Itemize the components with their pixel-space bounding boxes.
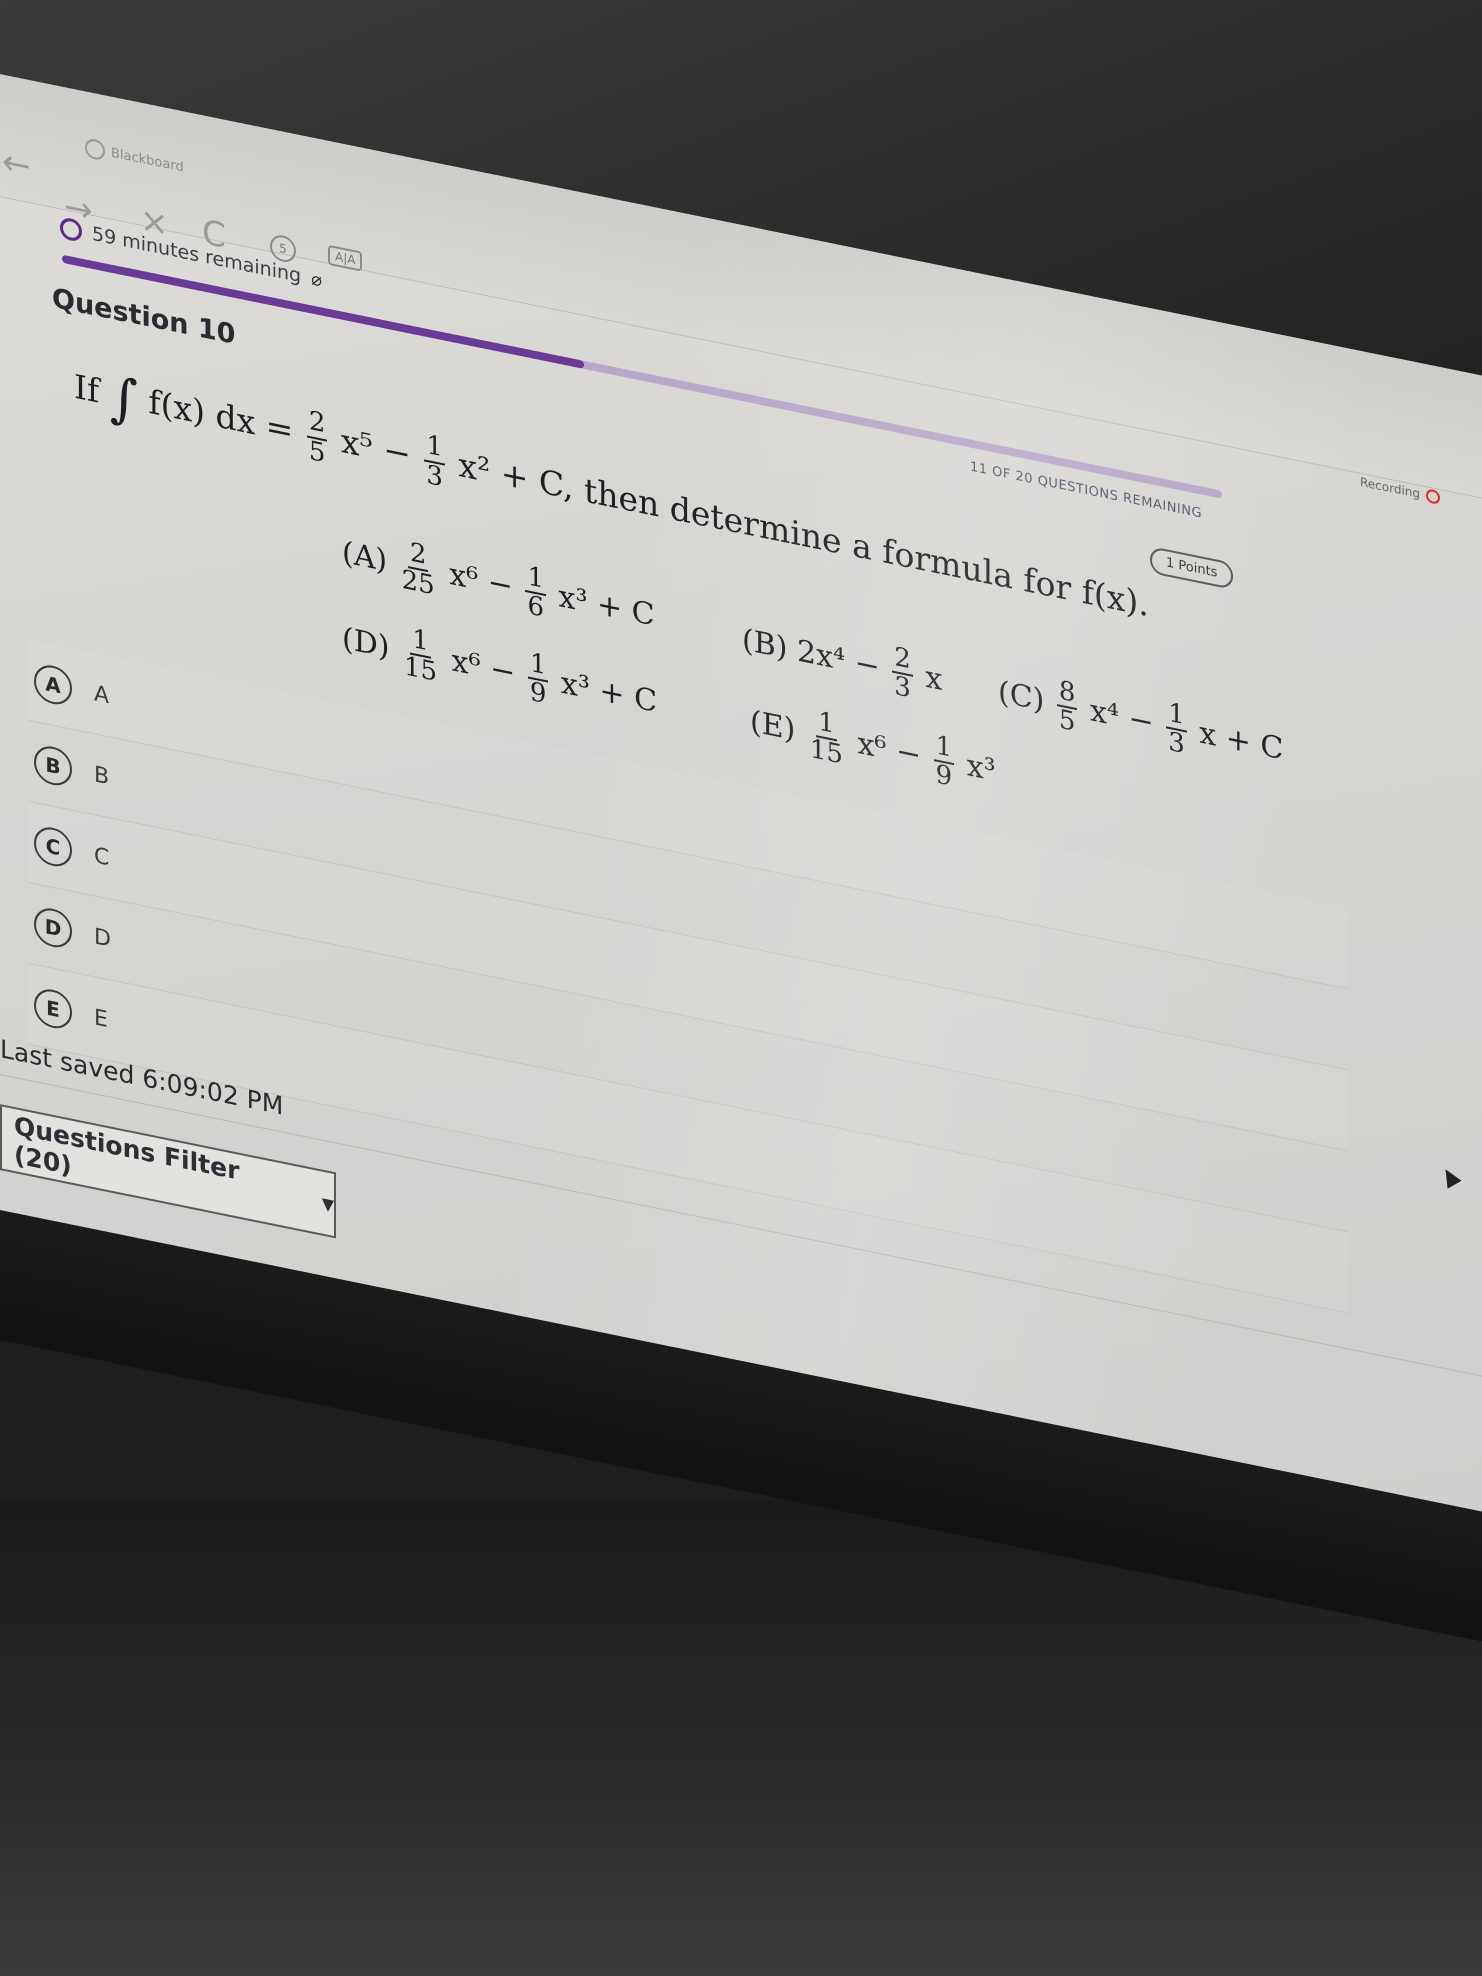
- integral-icon: ∫: [109, 364, 138, 434]
- choice-math-b: (B) 2x⁴ − 23 x: [742, 622, 943, 705]
- radio-button[interactable]: C: [34, 823, 72, 870]
- stem-fraction-1: 2 5: [306, 406, 328, 469]
- questions-filter-button[interactable]: Questions Filter (20) ▼: [0, 1104, 336, 1239]
- filter-label: Questions Filter (20): [14, 1110, 240, 1186]
- question-title: Question 10: [52, 282, 236, 351]
- browser-tab[interactable]: Blackboard: [85, 137, 184, 177]
- timer-icon: [60, 216, 82, 243]
- answer-label: A: [94, 680, 110, 709]
- answer-label: B: [94, 761, 110, 790]
- stem-fraction-2: 1 3: [424, 430, 445, 493]
- radio-button[interactable]: E: [34, 985, 72, 1032]
- answer-label: D: [94, 923, 111, 953]
- radio-button[interactable]: A: [34, 661, 72, 708]
- stem-if: If: [74, 366, 100, 411]
- record-icon: [1426, 488, 1441, 506]
- choice-math-e: (E) 1 15 x⁶ − 19 x³: [750, 703, 996, 794]
- radio-button[interactable]: D: [34, 904, 72, 951]
- reader-mode-icon[interactable]: A|A: [328, 244, 363, 272]
- radio-button[interactable]: B: [34, 742, 72, 789]
- answer-label: C: [94, 842, 110, 871]
- stem-term-1: x⁵ −: [340, 420, 411, 475]
- points-badge: 1 Points: [1150, 546, 1234, 591]
- chevron-down-icon: ▼: [321, 1193, 334, 1215]
- choice-math-c: (C) 85 x⁴ − 13 x + C: [998, 674, 1284, 768]
- arrow-left-icon[interactable]: ←: [2, 141, 31, 187]
- answer-label: E: [94, 1004, 108, 1033]
- tab-title: Blackboard: [111, 145, 184, 175]
- blackboard-logo-icon: [85, 137, 105, 162]
- stem-fx: f(x) dx =: [148, 381, 294, 451]
- hide-timer-icon[interactable]: ⌀: [311, 268, 322, 291]
